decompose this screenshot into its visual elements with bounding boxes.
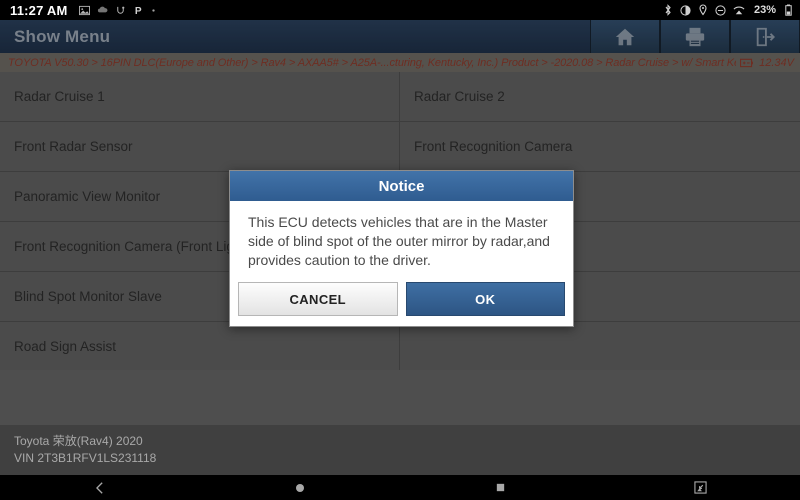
- status-bar-clock: 11:27 AM: [10, 2, 68, 18]
- app-header-bar: Show Menu: [0, 20, 800, 53]
- menu-item-road-sign-assist[interactable]: Road Sign Assist: [0, 322, 400, 372]
- vehicle-info-footer: Toyota 荣放(Rav4) 2020 VIN 2T3B1RFV1LS2311…: [0, 425, 800, 475]
- page-title: Show Menu: [14, 26, 111, 46]
- battery-voltage-icon: [740, 57, 754, 68]
- dialog-title: Notice: [230, 171, 573, 201]
- home-circle-icon: [294, 482, 306, 494]
- do-not-disturb-icon: [715, 4, 726, 16]
- menu-item-front-radar-sensor[interactable]: Front Radar Sensor: [0, 122, 400, 172]
- dialog-actions: CANCEL OK: [230, 282, 573, 326]
- vehicle-vin-label: VIN 2T3B1RFV1LS231118: [14, 451, 157, 465]
- parking-p-icon: P: [133, 5, 144, 16]
- wifi-icon: [733, 5, 745, 16]
- dialog-body: This ECU detects vehicles that are in th…: [230, 201, 573, 282]
- bluetooth-icon: [663, 4, 673, 16]
- image-icon: [79, 5, 91, 16]
- exit-button[interactable]: [730, 20, 800, 53]
- menu-item-radar-cruise-2[interactable]: Radar Cruise 2: [400, 72, 800, 122]
- menu-item-radar-cruise-1[interactable]: Radar Cruise 1: [0, 72, 400, 122]
- cloud-icon: [97, 5, 108, 16]
- menu-cell-empty: [400, 322, 800, 372]
- usb-icon: [115, 5, 126, 16]
- location-icon: [698, 4, 708, 16]
- print-button[interactable]: [660, 20, 730, 53]
- printer-icon: [684, 26, 706, 48]
- battery-icon: [785, 4, 792, 16]
- app-header-actions: [590, 20, 800, 53]
- dot-icon: [151, 8, 156, 13]
- content-filler: [0, 370, 800, 425]
- ok-button[interactable]: OK: [405, 282, 565, 316]
- nav-screenshot-button[interactable]: [600, 481, 800, 494]
- status-bar-notification-icons: P: [79, 5, 156, 16]
- brightness-icon: [680, 4, 691, 16]
- recents-square-icon: [495, 482, 506, 493]
- home-button[interactable]: [590, 20, 660, 53]
- status-bar-system-icons: 23%: [663, 4, 792, 16]
- screenshot-icon: [693, 481, 707, 494]
- breadcrumb: TOYOTA V50.30 > 16PIN DLC(Europe and Oth…: [0, 53, 800, 72]
- exit-icon: [754, 26, 776, 48]
- nav-home-button[interactable]: [200, 482, 400, 494]
- svg-text:P: P: [135, 6, 142, 16]
- dialog-message: This ECU detects vehicles that are in th…: [248, 214, 550, 268]
- nav-recents-button[interactable]: [400, 482, 600, 493]
- menu-item-front-recognition-camera[interactable]: Front Recognition Camera: [400, 122, 800, 172]
- vehicle-name-label: Toyota 荣放(Rav4) 2020: [14, 434, 143, 448]
- android-status-bar: 11:27 AM P 23%: [0, 0, 800, 20]
- battery-percentage-label: 23%: [753, 4, 776, 16]
- breadcrumb-voltage: 12.34V: [759, 56, 794, 69]
- nav-back-button[interactable]: [0, 481, 200, 495]
- cancel-button[interactable]: CANCEL: [238, 282, 398, 316]
- home-icon: [614, 26, 636, 48]
- android-navigation-bar: [0, 475, 800, 500]
- breadcrumb-path: TOYOTA V50.30 > 16PIN DLC(Europe and Oth…: [8, 56, 737, 69]
- back-icon: [93, 481, 107, 495]
- notice-dialog: Notice This ECU detects vehicles that ar…: [229, 170, 574, 327]
